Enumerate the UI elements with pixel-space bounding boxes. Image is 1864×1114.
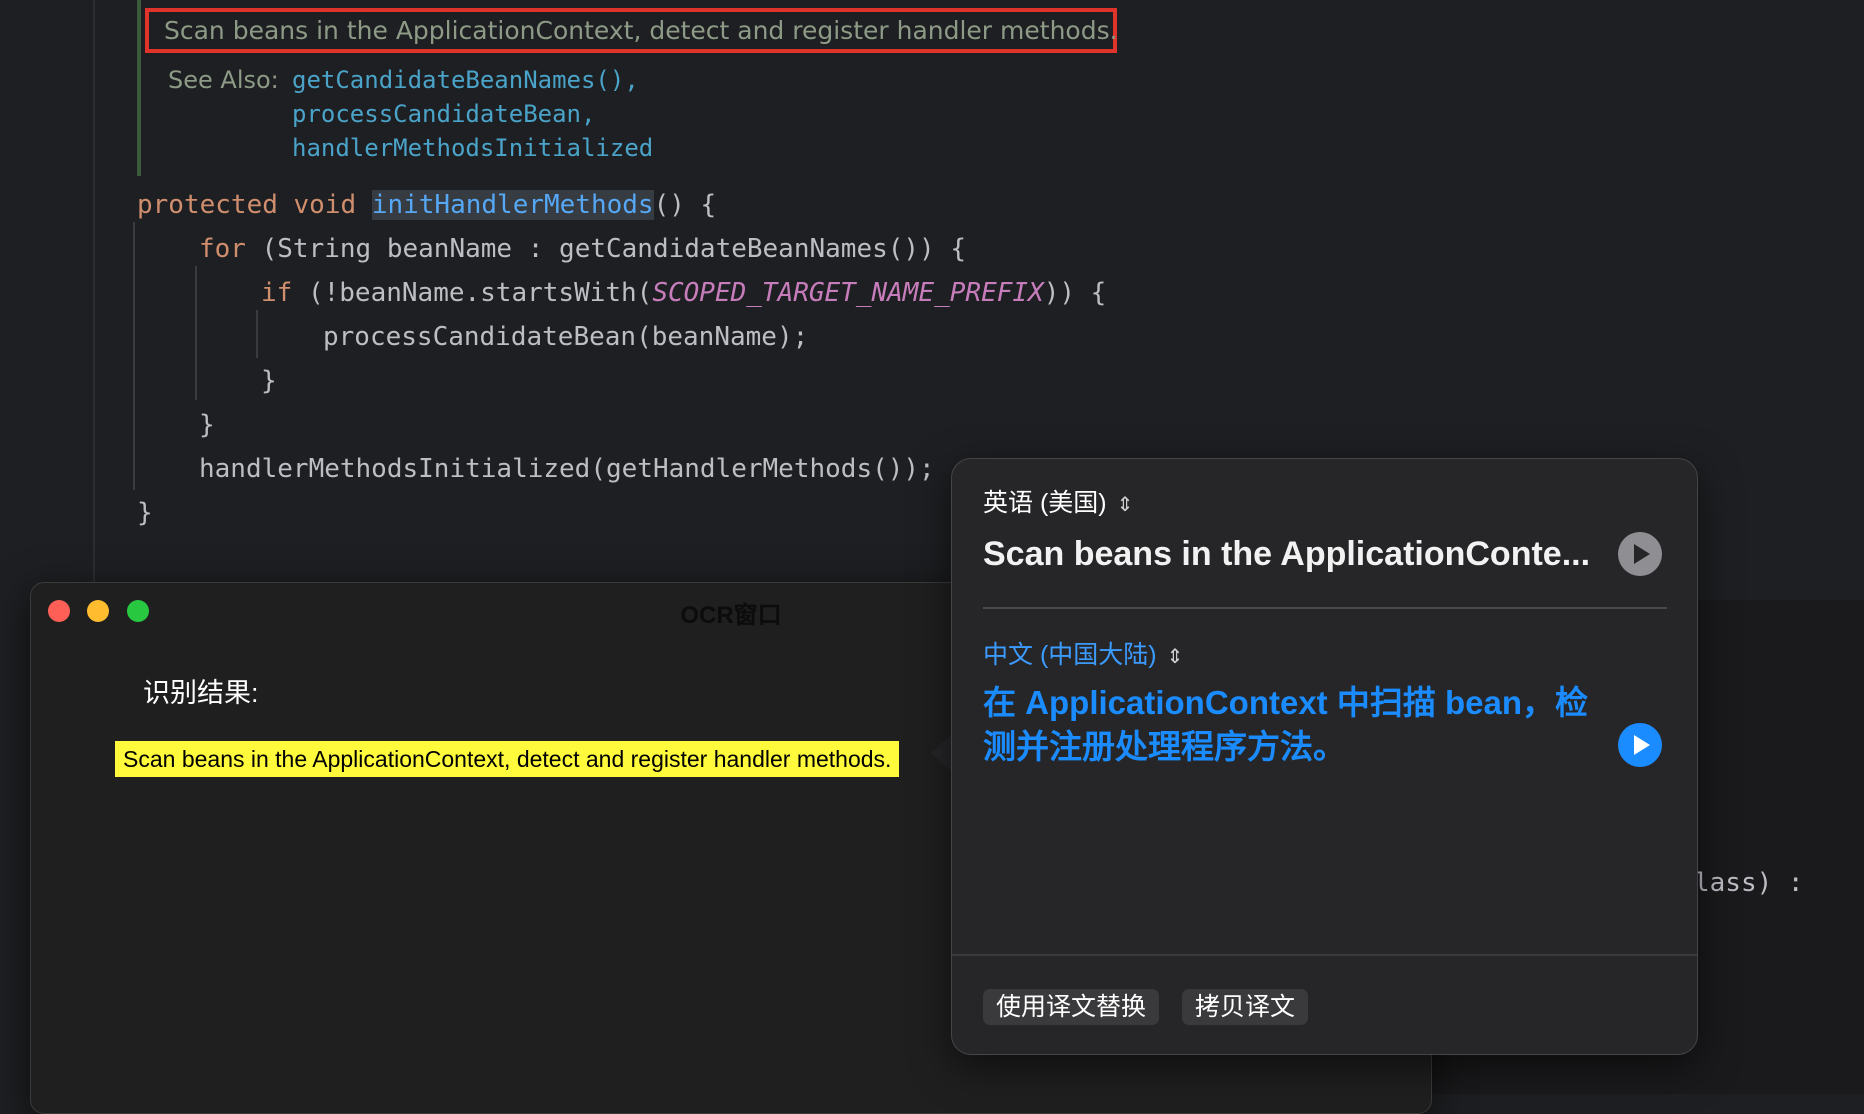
copy-translation-button[interactable]: 拷贝译文	[1182, 989, 1309, 1025]
code-text: () {	[653, 190, 717, 220]
code-text: (!beanName.startsWith(	[292, 278, 653, 308]
ocr-result-text[interactable]: Scan beans in the ApplicationContext, de…	[115, 741, 900, 777]
keyword: for	[199, 234, 246, 264]
play-icon	[1634, 544, 1650, 564]
code-line-6: }	[199, 410, 215, 440]
translated-text: 在 ApplicationContext 中扫描 bean，检测并注册处理程序方…	[983, 684, 1589, 765]
popover-pointer	[931, 735, 951, 771]
code-line-8: }	[137, 498, 153, 528]
code-line-1: protected void initHandlerMethods() {	[137, 190, 716, 220]
code-text: (String beanName : getCandidateBeanNames…	[245, 234, 967, 264]
code-line-3: if (!beanName.startsWith(SCOPED_TARGET_N…	[261, 278, 1106, 308]
target-language-label: 中文 (中国大陆)	[983, 641, 1157, 669]
play-translation-button[interactable]	[1618, 723, 1662, 767]
footer-divider	[952, 954, 1697, 956]
source-text: Scan beans in the ApplicationConte...	[983, 535, 1591, 573]
see-also-link[interactable]: processCandidateBean,	[292, 100, 595, 128]
method-name[interactable]: initHandlerMethods	[371, 190, 654, 220]
indent-guide	[195, 266, 197, 400]
source-language-select[interactable]: 英语 (美国) ⇕	[983, 483, 1133, 519]
chevron-up-down-icon: ⇕	[1166, 646, 1184, 668]
keyword: if	[261, 278, 293, 308]
code-line-5: }	[261, 366, 277, 396]
code-line-2: for (String beanName : getCandidateBeanN…	[199, 234, 966, 264]
play-icon	[1634, 735, 1650, 755]
divider	[983, 607, 1667, 609]
code-text: )) {	[1043, 278, 1107, 308]
constant: SCOPED_TARGET_NAME_PREFIX	[652, 278, 1044, 308]
source-language-label: 英语 (美国)	[983, 489, 1107, 517]
translate-popover: 英语 (美国) ⇕ Scan beans in the ApplicationCo…	[951, 458, 1698, 1055]
play-source-button[interactable]	[1618, 532, 1662, 576]
keyword: protected void	[137, 190, 372, 220]
result-label: 识别结果:	[143, 678, 259, 708]
chevron-up-down-icon: ⇕	[1116, 494, 1134, 516]
replace-with-translation-button[interactable]: 使用译文替换	[983, 989, 1160, 1025]
indent-guide	[133, 222, 135, 490]
code-line-7: handlerMethodsInitialized(getHandlerMeth…	[199, 454, 935, 484]
doc-comment-text: Scan beans in the ApplicationContext, de…	[164, 16, 1118, 45]
target-language-select[interactable]: 中文 (中国大陆) ⇕	[983, 635, 1183, 671]
indent-guide	[256, 310, 258, 358]
see-also-label: See Also:	[168, 66, 279, 94]
code-line-4: processCandidateBean(beanName);	[323, 322, 809, 352]
see-also-link[interactable]: getCandidateBeanNames(),	[292, 66, 639, 94]
background-code-fragment: lass) :	[1694, 868, 1804, 898]
doc-comment-bar	[137, 0, 141, 176]
see-also-link[interactable]: handlerMethodsInitialized	[292, 134, 653, 162]
